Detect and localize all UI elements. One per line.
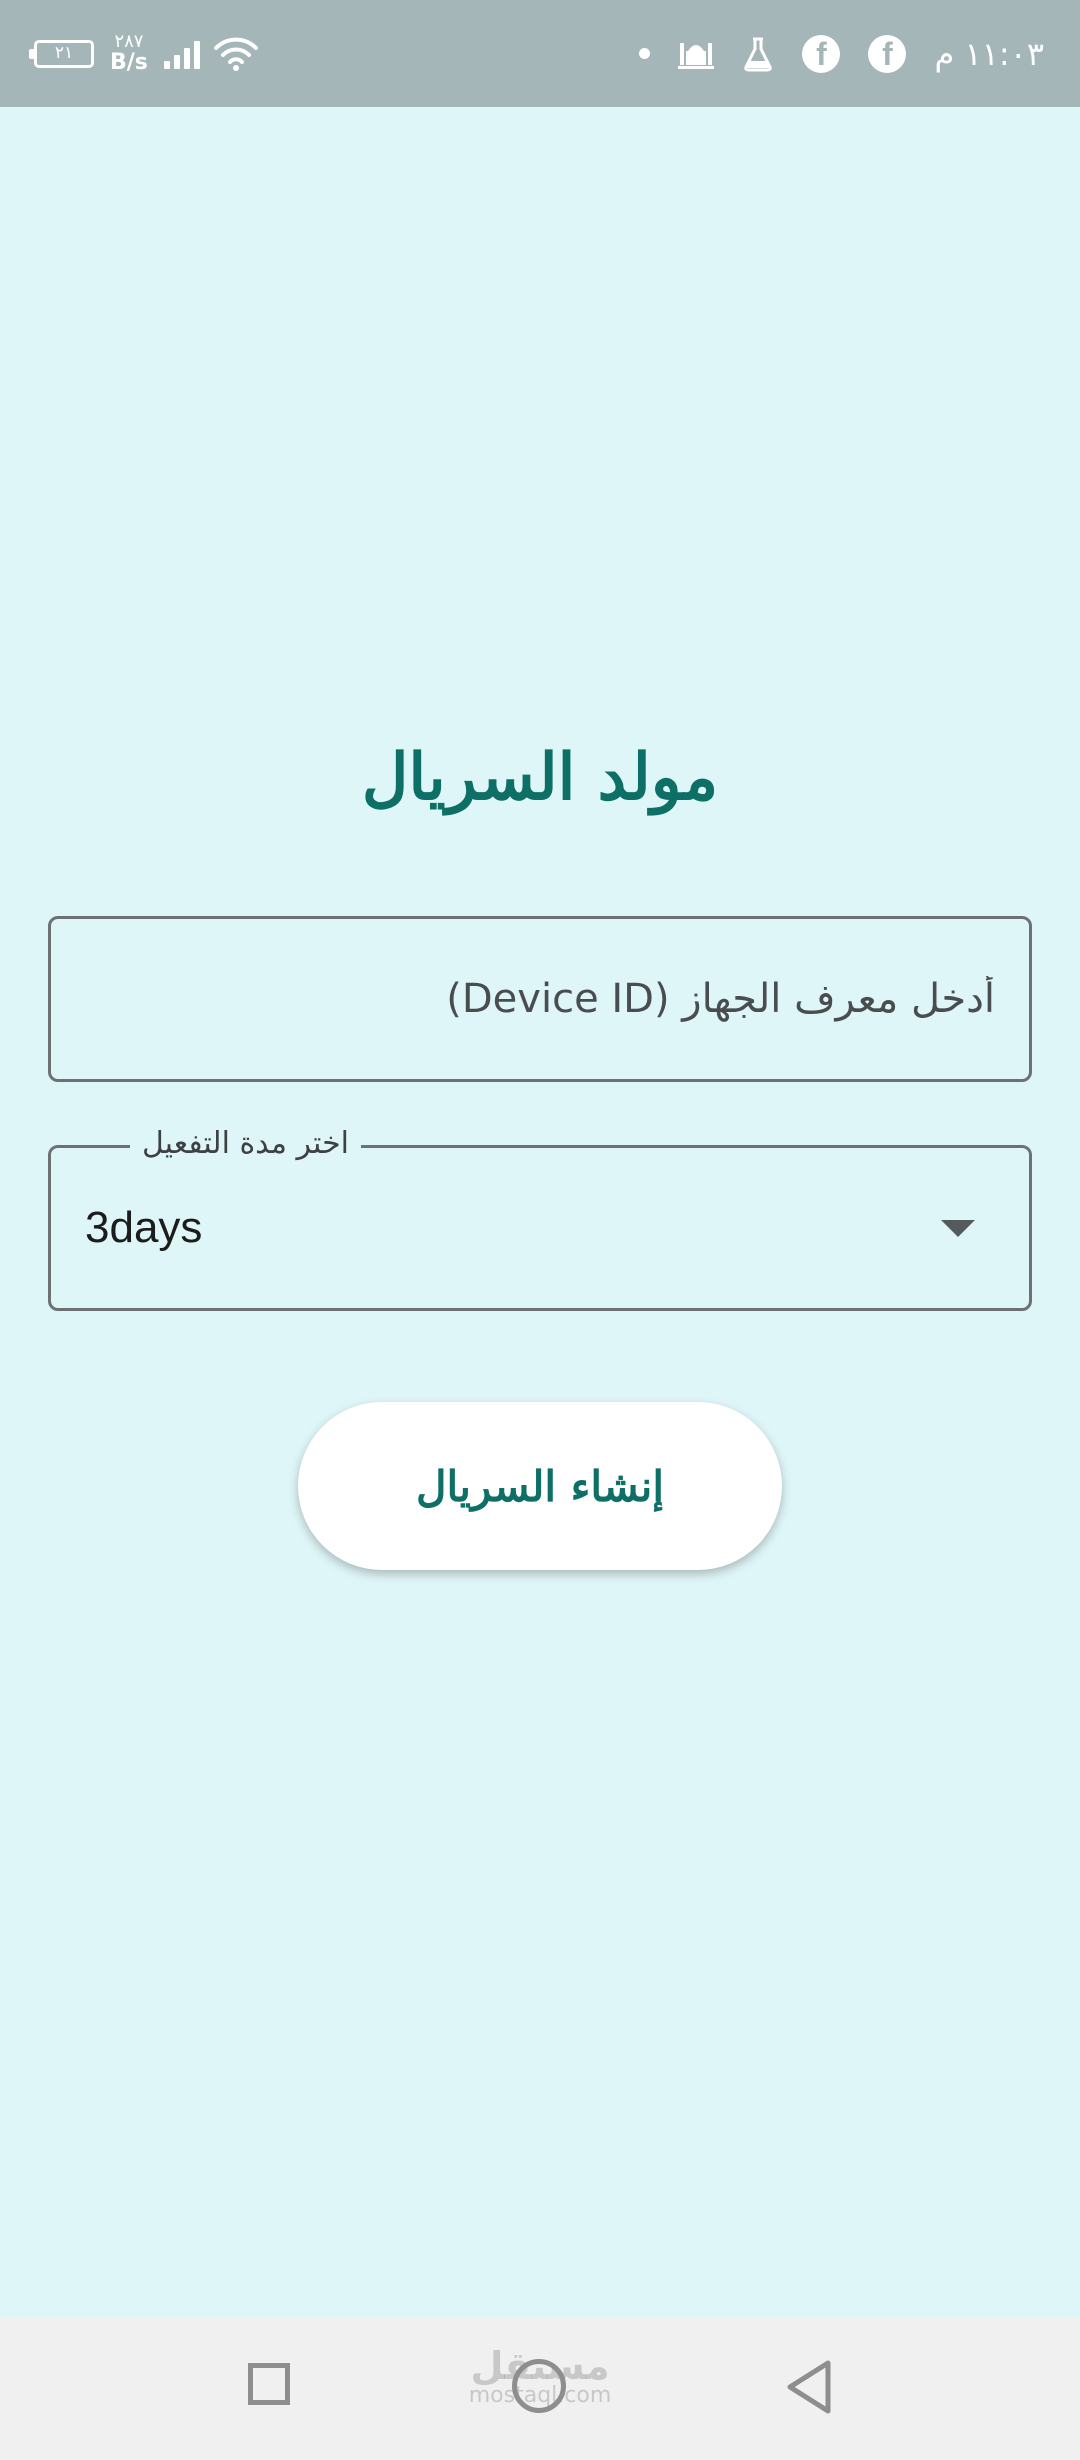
device-id-input[interactable] xyxy=(48,916,1032,1082)
battery-icon: ٢١ xyxy=(29,39,94,68)
duration-select-value: 3days xyxy=(85,1203,203,1252)
status-bar: ٢١ ٢٨٧ B/s f f ١١:٠٣ م xyxy=(0,0,1080,107)
flask-icon xyxy=(744,37,773,71)
back-icon[interactable] xyxy=(784,2359,834,2415)
generate-serial-button[interactable]: إنشاء السريال xyxy=(298,1402,782,1570)
duration-select[interactable]: اختر مدة التفعيل 3days xyxy=(48,1126,1032,1311)
caret-down-icon xyxy=(941,1220,975,1237)
facebook-icon: f xyxy=(802,34,841,73)
signal-icon xyxy=(163,39,200,69)
network-speed-value: ٢٨٧ xyxy=(114,30,144,52)
mosque-icon xyxy=(678,42,715,69)
network-speed-unit: B/s xyxy=(110,50,148,76)
wifi-icon xyxy=(213,37,258,71)
battery-level: ٢١ xyxy=(54,43,74,63)
clock: ١١:٠٣ م xyxy=(934,34,1044,73)
navigation-bar: مستقل mostaql.com xyxy=(0,2317,1080,2460)
network-speed: ٢٨٧ B/s xyxy=(110,30,148,76)
page-title: مولد السريال xyxy=(361,740,719,815)
home-icon[interactable] xyxy=(512,2359,566,2413)
notification-dot-icon xyxy=(639,48,651,59)
recent-apps-icon[interactable] xyxy=(248,2363,290,2405)
status-bar-right: f f ١١:٠٣ م xyxy=(639,0,1044,107)
facebook-icon: f xyxy=(868,34,907,73)
status-bar-left: ٢١ ٢٨٧ B/s xyxy=(29,0,258,107)
